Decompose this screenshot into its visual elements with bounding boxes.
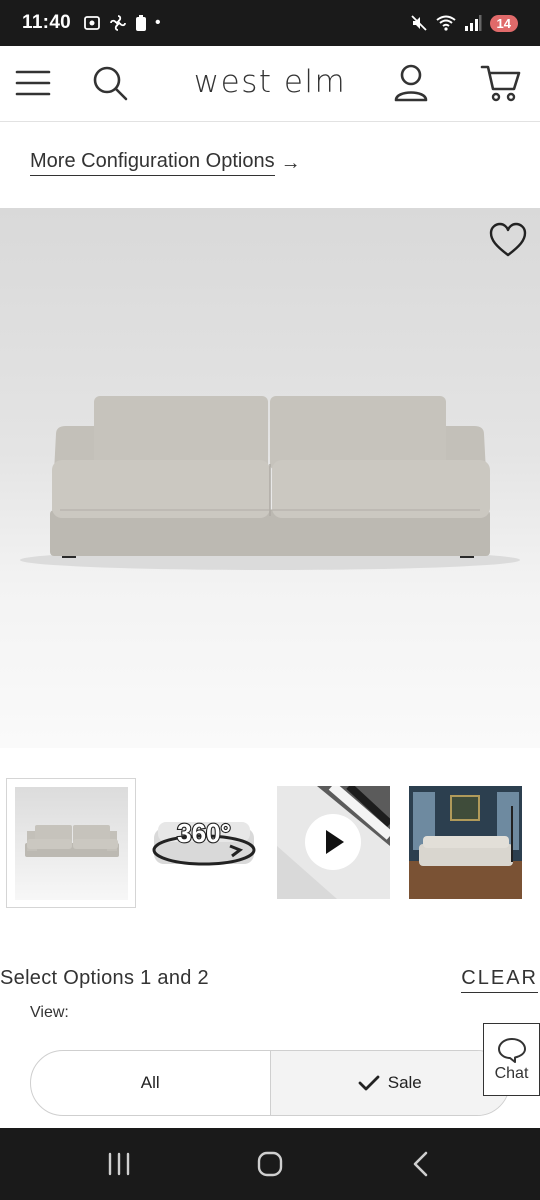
thumbnail-strip: 360° [0, 778, 540, 908]
mute-icon [410, 15, 427, 31]
search-icon[interactable] [87, 60, 133, 106]
screen: 11:40 • 14 west elm More Configuration O… [0, 0, 540, 1200]
arrow-right-icon: → [280, 151, 301, 174]
menu-icon[interactable] [10, 60, 56, 106]
view-sale-option[interactable]: Sale [269, 1051, 509, 1115]
config-link-label: More Configuration Options [30, 150, 275, 176]
battery-saver-icon [136, 15, 147, 31]
thumbnail-360-view[interactable]: 360° [140, 778, 270, 908]
view-all-label: All [140, 1073, 160, 1092]
360-view-icon: 360° [152, 817, 256, 866]
system-nav-bar [0, 1128, 540, 1200]
checkmark-icon [358, 1075, 380, 1091]
view-sale-label: Sale [387, 1073, 422, 1092]
status-time: 11:40 [22, 12, 72, 33]
cart-icon[interactable] [478, 60, 524, 106]
status-icons-right: 14 [410, 14, 518, 32]
heart-outline-icon [489, 222, 527, 257]
recent-apps-icon [108, 1152, 130, 1176]
sofa-thumb-illustration [25, 825, 119, 857]
view-toggle: All Sale [30, 1050, 510, 1116]
chat-button[interactable]: Chat [483, 1023, 540, 1096]
home-button[interactable] [246, 1146, 294, 1182]
favorite-button[interactable] [488, 220, 528, 260]
recent-apps-button[interactable] [95, 1146, 143, 1182]
video-frame [277, 786, 390, 899]
status-icons-left: • [83, 14, 161, 32]
360-label: 360° [177, 818, 231, 848]
thumbnail-video[interactable] [268, 778, 398, 908]
battery-badge: 14 [489, 14, 518, 32]
clear-button[interactable]: CLEAR [461, 967, 538, 993]
room-scene [409, 786, 522, 899]
site-header: west elm [0, 46, 540, 122]
options-title: Select Options 1 and 2 [0, 967, 209, 989]
view-label: View: [30, 1004, 69, 1021]
view-all-option[interactable]: All [31, 1051, 270, 1115]
sofa-illustration [20, 396, 520, 570]
status-dot: • [155, 14, 161, 31]
account-icon[interactable] [388, 60, 434, 106]
back-icon [413, 1151, 428, 1177]
product-hero-image[interactable] [0, 208, 540, 748]
thumbnail-room[interactable] [400, 778, 530, 908]
screenshot-icon [84, 16, 100, 30]
brand-logo[interactable]: west elm [0, 64, 540, 100]
signal-icon [464, 15, 482, 31]
back-button[interactable] [397, 1146, 445, 1182]
more-configuration-options-link[interactable]: More Configuration Options → [30, 150, 301, 176]
wifi-icon [435, 15, 456, 31]
home-icon [257, 1151, 283, 1177]
thumbnail-sofa[interactable] [6, 778, 136, 908]
status-bar: 11:40 • 14 [0, 0, 540, 46]
chat-label: Chat [494, 1064, 529, 1082]
fan-icon [110, 15, 126, 31]
chat-bubble-icon [497, 1037, 526, 1063]
